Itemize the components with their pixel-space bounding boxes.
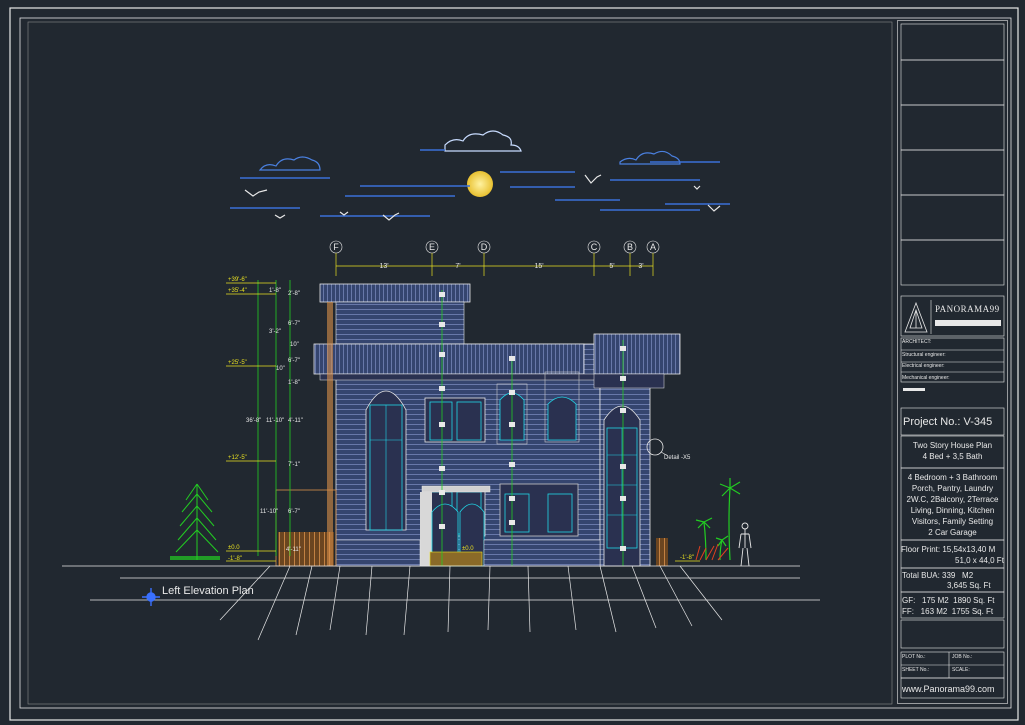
sheet-no-label: SHEET No.: (902, 667, 930, 673)
ground-shrubs (170, 556, 220, 560)
level-zero: ±0.0 (228, 545, 240, 551)
grid-bubble-e: E (429, 242, 435, 252)
feature-1: 4 Bedroom + 3 Bathroom (907, 473, 998, 482)
feature-2: Porch, Pantry, Laundry (911, 484, 994, 493)
logo-text: PANORAMA99 (935, 304, 1000, 314)
vdim-6: 1'-8" (288, 380, 300, 386)
grid-spacing-3: 15' (534, 263, 543, 270)
plan-title-2: 4 Bed + 3,5 Bath (922, 452, 983, 461)
electrical-engineer-label: Electrical engineer: (902, 363, 945, 369)
red-shrubs (695, 543, 729, 561)
title-block: PANORAMA99 ARCHITECT: Structural enginee… (897, 20, 1008, 704)
grid-bubble-f: F (333, 242, 339, 252)
website-link[interactable]: www.Panorama99.com (902, 684, 995, 694)
vdim-13: 6'-7" (288, 509, 300, 515)
architect-label: ARCHITECT: (902, 339, 932, 345)
plot-no-label: PLOT No.: (902, 654, 926, 660)
first-floor-area: FF: 163 M2 1755 Sq. Ft (902, 607, 994, 616)
structural-engineer-label: Structural engineer: (902, 352, 946, 358)
detail-callout-label: Detail -X5 (664, 455, 691, 461)
vdim-10: 4'-11" (288, 418, 303, 424)
feature-4: Living, Dinning, Kitchen (910, 506, 995, 515)
vdim-14: 11'-10" (260, 509, 278, 515)
vdim-8: 36'-8" (246, 418, 261, 424)
grid-spacing-2: 7' (455, 263, 460, 270)
level-25-5: +25'-5" (228, 360, 247, 366)
job-no-label: JOB No.: (952, 654, 973, 660)
vdim-5: 10" (290, 342, 299, 348)
ground-lines (62, 565, 820, 641)
right-arched-window (547, 396, 577, 441)
floor-print-imperial: 51,0 x 44,0 Ft (955, 556, 1004, 565)
vdim-1: 2'-8" (288, 291, 300, 297)
drawing-title: Left Elevation Plan (162, 585, 254, 597)
porch-canopy (421, 485, 491, 493)
logo-mark (904, 301, 928, 333)
level-35-4: +35'-4" (228, 288, 247, 294)
roof-parapet (319, 283, 471, 303)
palm-trees (695, 478, 741, 561)
vdim-7: 6'-7" (288, 358, 300, 364)
sky-group (230, 130, 730, 221)
feature-3: 2W.C, 2Balcony, 2Terrace (906, 495, 999, 504)
vdim-4: 1'-8" (269, 288, 281, 294)
vdim-15: 4'-11" (286, 547, 301, 553)
level-minus-right: -1'-8" (680, 555, 694, 561)
feature-5: Visitors, Family Setting (911, 517, 994, 526)
center-upper-window (424, 397, 486, 443)
plan-title-1: Two Story House Plan (912, 441, 993, 450)
plinth (335, 539, 421, 567)
vdim-11: 7'-1" (288, 462, 300, 468)
vdim-12: 10" (276, 366, 285, 372)
level-12-5: +12'-5" (228, 455, 247, 461)
grid-bubble-b: B (627, 242, 633, 252)
sun (467, 171, 493, 197)
ground-floor-area: GF: 175 M2 1890 Sq. Ft (902, 596, 995, 605)
first-floor-parapet (313, 343, 585, 375)
vdim-9: 11'-10" (266, 418, 284, 424)
total-bua-imperial: 3,645 Sq. Ft (947, 581, 991, 590)
vdim-3: 3'-2" (269, 329, 281, 335)
grid-bubble-d: D (481, 242, 488, 252)
level-39-6: +39'-6" (228, 277, 247, 283)
grid-line-axes (329, 240, 660, 254)
vdim-2: 6'-7" (288, 321, 300, 327)
human-figure (738, 522, 752, 567)
level-minus-left: -1'-8" (228, 556, 242, 562)
plinth-label: ±0.0 (462, 546, 474, 552)
right-balcony (593, 333, 681, 375)
building-elevation (275, 283, 681, 567)
grid-spacing-1: 13' (379, 263, 388, 270)
grid-spacing-4: 5' (609, 263, 614, 270)
clouds (258, 130, 681, 171)
ucs-icon (142, 588, 160, 606)
grid-bubble-a: A (650, 242, 656, 252)
grid-bubble-c: C (591, 242, 598, 252)
mechanical-engineer-label: Mechanical engineer: (902, 375, 950, 381)
project-number: Project No.: V-345 (903, 416, 993, 428)
entry-steps (429, 551, 483, 567)
floor-print-metric: Floor Print: 15,54x13,40 M (901, 545, 996, 554)
total-bua-metric: Total BUA: 339 M2 (902, 571, 974, 580)
pine-tree (175, 483, 219, 560)
grid-spacing-5: 3' (638, 263, 643, 270)
cad-drawing-sheet: F E D C B A 13' 7' 15' 5' 3' +39'-6" +35… (9, 7, 1019, 721)
feature-6: 2 Car Garage (928, 528, 977, 537)
scale-label: SCALE: (952, 667, 970, 673)
